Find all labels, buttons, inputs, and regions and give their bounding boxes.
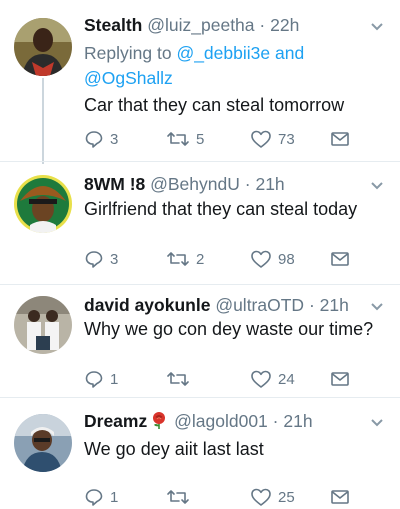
retweet-button[interactable]: 2	[166, 247, 204, 271]
tweet-text: Why we go con dey waste our time?	[84, 319, 374, 339]
reply-count: 3	[110, 130, 119, 148]
direct-message-button[interactable]	[330, 367, 350, 391]
reply-count: 1	[110, 370, 119, 388]
tweet-actions: 1 24	[84, 367, 380, 391]
chevron-down-icon[interactable]	[370, 418, 384, 428]
display-name[interactable]: david ayokunle	[84, 295, 210, 315]
heart-icon	[251, 370, 271, 388]
reply-button[interactable]: 1	[84, 485, 118, 509]
rose-icon	[153, 412, 166, 429]
reply-icon	[85, 371, 103, 388]
tweet-4[interactable]: Dreamz @lagold001 · 21h We go dey aiit l…	[0, 399, 400, 509]
direct-message-button[interactable]	[330, 247, 350, 271]
chevron-down-icon[interactable]	[370, 302, 384, 312]
avatar-image-stealth	[14, 18, 72, 76]
tweet-2[interactable]: 8WM !8 @BehyndU · 21h Girlfriend that th…	[0, 163, 400, 285]
heart-icon	[251, 250, 271, 268]
envelope-icon	[331, 252, 349, 266]
user-handle[interactable]: @ultraOTD	[215, 295, 304, 315]
like-count: 98	[278, 250, 295, 268]
retweet-count: 2	[196, 250, 205, 268]
timestamp[interactable]: 21h	[320, 295, 349, 315]
separator-dot: ·	[244, 174, 251, 194]
tweet-actions: 1 25	[84, 485, 380, 509]
tweet-header: Stealth @luiz_peetha · 22h	[84, 14, 388, 36]
tweet-header: david ayokunle @ultraOTD · 21h	[84, 294, 388, 316]
envelope-icon	[331, 490, 349, 504]
replying-to-label: Replying to	[84, 43, 172, 63]
user-handle[interactable]: @lagold001	[174, 411, 268, 431]
like-count: 73	[278, 130, 295, 148]
retweet-icon	[167, 490, 189, 504]
like-count: 25	[278, 488, 295, 506]
retweet-icon	[167, 252, 189, 266]
tweet-3[interactable]: david ayokunle @ultraOTD · 21h Why we go…	[0, 286, 400, 398]
reply-count: 3	[110, 250, 119, 268]
user-handle[interactable]: @luiz_peetha	[147, 15, 254, 35]
avatar-image-david	[14, 296, 72, 354]
chevron-down-icon[interactable]	[370, 22, 384, 32]
direct-message-button[interactable]	[330, 127, 350, 151]
like-button[interactable]: 73	[250, 127, 295, 151]
reply-icon	[85, 251, 103, 268]
tweet-text: We go dey aiit last last	[84, 439, 264, 459]
separator-dot: ·	[259, 15, 266, 35]
avatar[interactable]	[14, 175, 72, 233]
replying-and-word: and	[274, 43, 305, 63]
mention-link[interactable]: @OgShallz	[84, 68, 173, 88]
avatar[interactable]	[14, 296, 72, 354]
avatar[interactable]	[14, 18, 72, 76]
retweet-icon	[167, 372, 189, 386]
display-name[interactable]: Stealth	[84, 15, 142, 35]
separator-dot: ·	[272, 411, 279, 431]
avatar[interactable]	[14, 414, 72, 472]
tweet-1[interactable]: Stealth @luiz_peetha · 22h Replying to @…	[0, 0, 400, 162]
replying-to-continued: @OgShallz	[84, 67, 173, 89]
reply-button[interactable]: 1	[84, 367, 118, 391]
mention-link[interactable]: @_debbii3e	[176, 43, 270, 63]
retweet-button[interactable]	[166, 485, 196, 509]
like-count: 24	[278, 370, 295, 388]
avatar-image-8wm	[14, 175, 72, 233]
reply-icon	[85, 489, 103, 506]
tweet-header: 8WM !8 @BehyndU · 21h	[84, 173, 388, 195]
like-button[interactable]: 98	[250, 247, 295, 271]
retweet-icon	[167, 132, 189, 146]
tweet-actions: 3 5 73	[84, 127, 380, 151]
reply-button[interactable]: 3	[84, 127, 118, 151]
tweet-text: Girlfriend that they can steal today	[84, 199, 358, 219]
like-button[interactable]: 25	[250, 485, 295, 509]
retweet-count: 5	[196, 130, 205, 148]
chevron-down-icon[interactable]	[370, 181, 384, 191]
timestamp[interactable]: 22h	[270, 15, 299, 35]
envelope-icon	[331, 372, 349, 386]
user-handle[interactable]: @BehyndU	[150, 174, 240, 194]
tweet-header: Dreamz @lagold001 · 21h	[84, 410, 388, 432]
like-button[interactable]: 24	[250, 367, 295, 391]
display-name[interactable]: Dreamz	[84, 411, 147, 431]
heart-icon	[251, 488, 271, 506]
retweet-button[interactable]: 5	[166, 127, 204, 151]
tweet-text: Car that they can steal tomorrow	[84, 95, 345, 115]
reply-button[interactable]: 3	[84, 247, 118, 271]
avatar-image-dreamz	[14, 414, 72, 472]
reply-icon	[85, 131, 103, 148]
retweet-button[interactable]	[166, 367, 196, 391]
tweet-actions: 3 2 98	[84, 247, 380, 271]
heart-icon	[251, 130, 271, 148]
replying-to: Replying to @_debbii3e and	[84, 42, 304, 64]
display-name[interactable]: 8WM !8	[84, 174, 145, 194]
timestamp[interactable]: 21h	[255, 174, 284, 194]
direct-message-button[interactable]	[330, 485, 350, 509]
separator-dot: ·	[308, 295, 315, 315]
timestamp[interactable]: 21h	[283, 411, 312, 431]
envelope-icon	[331, 132, 349, 146]
reply-count: 1	[110, 488, 119, 506]
